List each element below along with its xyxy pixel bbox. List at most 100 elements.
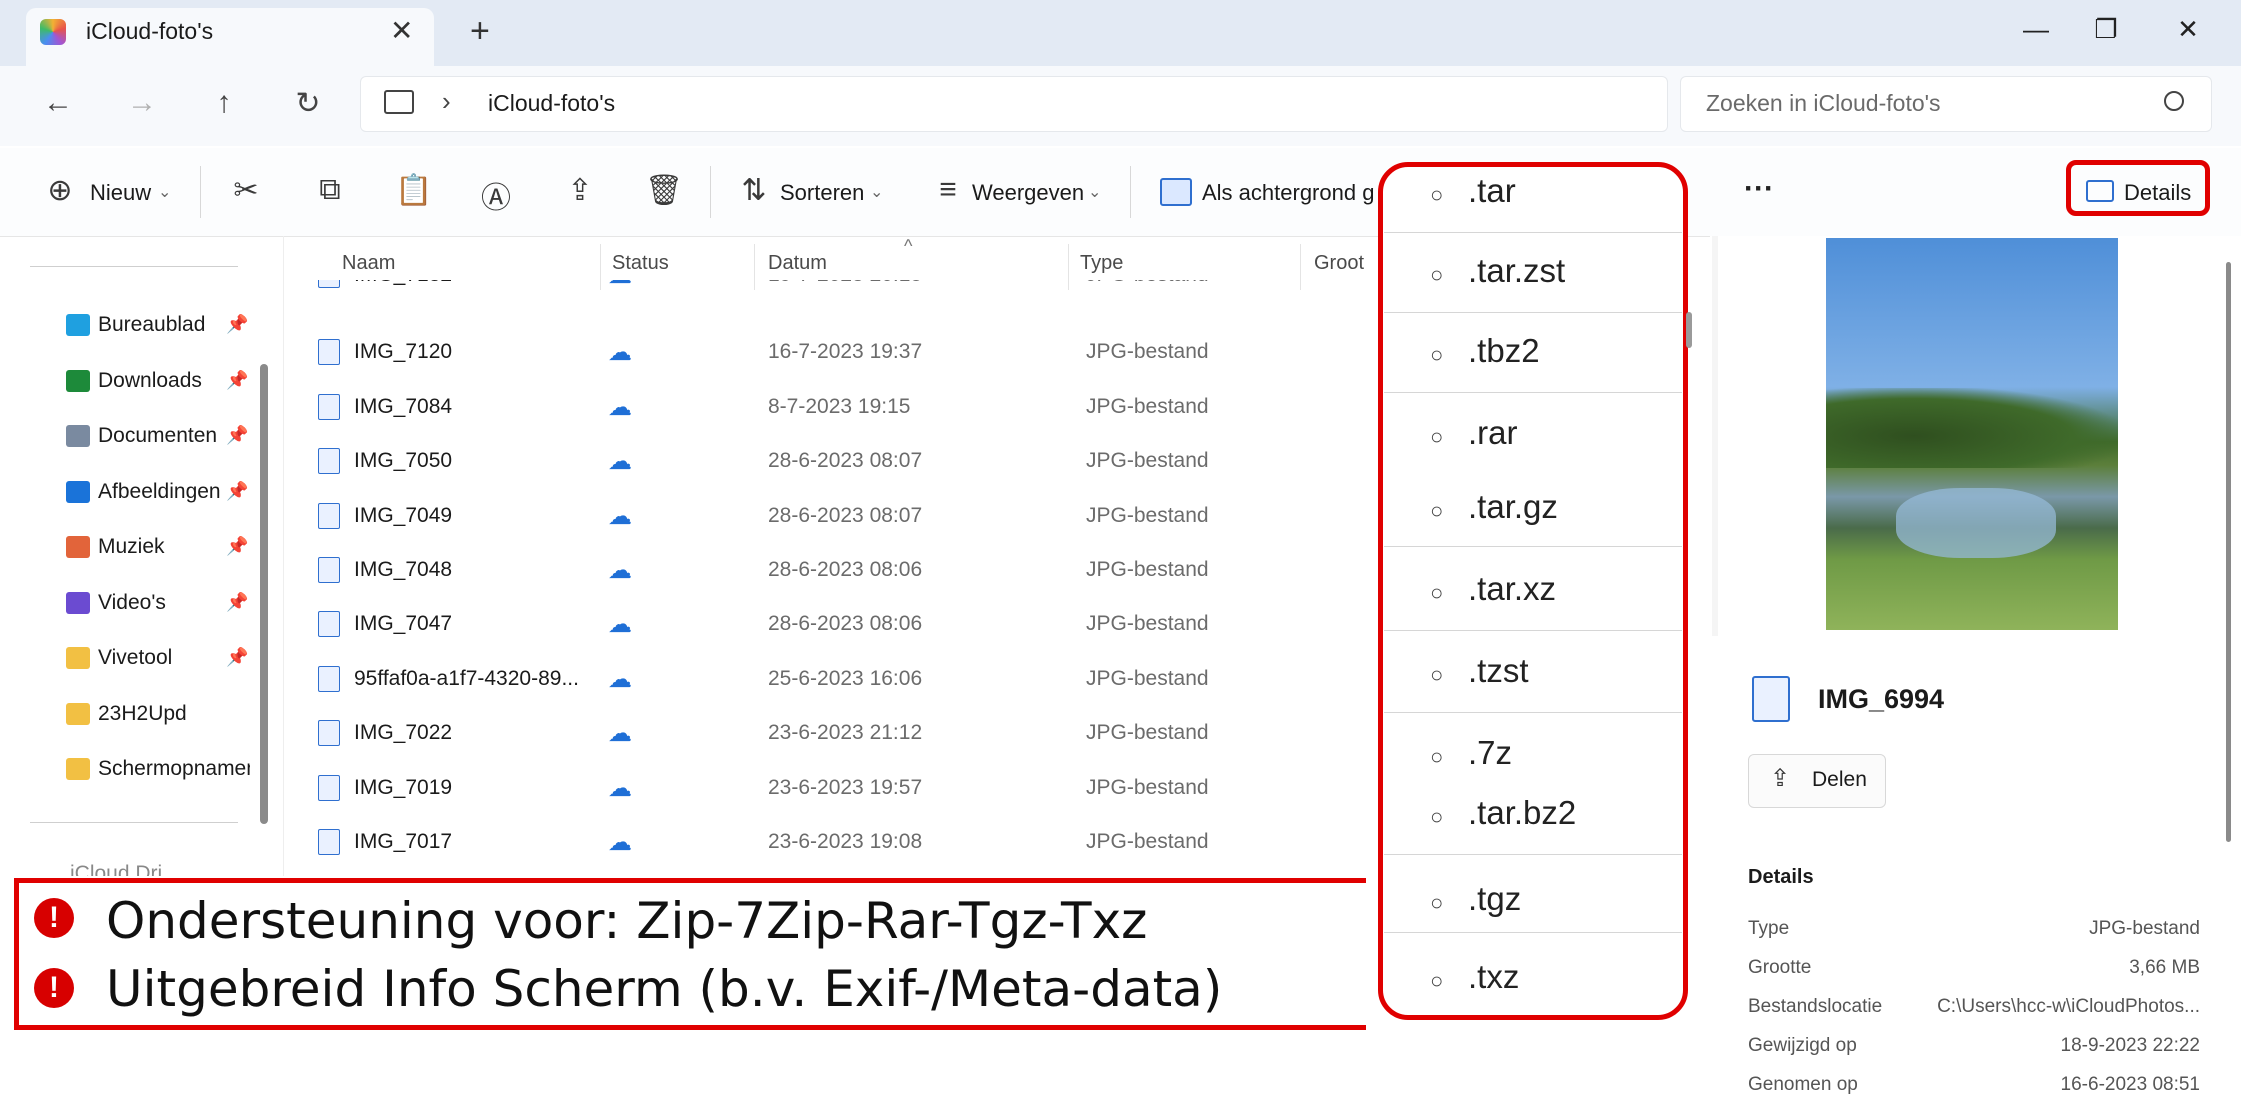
file-date: 28-6-2023 08:07 (768, 449, 923, 473)
file-name: IMG_7050 (354, 449, 453, 473)
file-name: IMG_7022 (354, 721, 453, 745)
file-date: 23-6-2023 21:12 (768, 721, 923, 745)
file-type: JPG-bestand (1086, 340, 1209, 364)
property-key: Grootte (1748, 957, 1812, 978)
file-row[interactable]: IMG_7019 ☁ 23-6-2023 19:57 JPG-bestand (318, 761, 1358, 815)
file-type: JPG-bestand (1086, 721, 1209, 745)
format-item[interactable]: .tar.zst (1468, 252, 1565, 290)
search-input[interactable]: Zoeken in iCloud-foto's (1706, 90, 1941, 117)
chevron-down-icon: ⌄ (1088, 184, 1102, 201)
set-background-button[interactable]: Als achtergrond g (1202, 180, 1374, 206)
view-button[interactable]: Weergeven (972, 180, 1084, 206)
file-type: JPG-bestand (1086, 503, 1209, 527)
file-row[interactable]: 95ffaf0a-a1f7-4320-89... ☁ 25-6-2023 16:06… (318, 652, 1358, 706)
details-scrollbar[interactable] (2226, 262, 2231, 842)
preview-backdrop (1712, 236, 1718, 636)
tab-close-icon[interactable]: ✕ (390, 14, 413, 47)
image-file-icon (318, 829, 340, 855)
cloud-status-icon: ☁ (608, 393, 632, 421)
file-name: IMG_7019 (354, 775, 453, 799)
bullet-icon: ○ (1430, 182, 1444, 207)
property-value: 3,66 MB (2129, 957, 2200, 978)
minimize-button[interactable]: — (2016, 14, 2056, 45)
format-item[interactable]: .7z (1468, 734, 1512, 772)
exclamation-icon: ! (34, 968, 74, 1008)
back-button[interactable]: ← (38, 86, 78, 120)
image-file-icon (318, 720, 340, 747)
share-label: Delen (1812, 768, 1867, 791)
image-file-icon (318, 774, 340, 801)
new-button[interactable]: Nieuw (90, 180, 151, 206)
column-header-size[interactable]: Groot (1314, 252, 1364, 275)
bullet-icon: ○ (1430, 662, 1444, 687)
format-item[interactable]: .tbz2 (1468, 332, 1540, 370)
dropdown-scrollbar[interactable] (1686, 312, 1692, 348)
breadcrumb-chevron-icon: › (442, 86, 451, 116)
property-value: 18-9-2023 22:22 (2060, 1035, 2200, 1056)
file-row[interactable]: IMG_7084 ☁ 8-7-2023 19:15 JPG-bestand (318, 380, 1358, 434)
format-item[interactable]: .rar (1468, 414, 1518, 452)
annotation-line-1: Ondersteuning voor: Zip-7Zip-Rar-Tgz-Txz (106, 892, 1148, 950)
bullet-icon: ○ (1430, 580, 1444, 605)
cloud-status-icon: ☁ (608, 339, 632, 367)
sort-icon: ⇅ (741, 174, 767, 207)
format-item[interactable]: .tgz (1468, 880, 1521, 918)
file-row[interactable]: IMG_7049 ☁ 28-6-2023 08:07 JPG-bestand (318, 489, 1358, 543)
file-row[interactable]: IMG_7050 ☁ 28-6-2023 08:07 JPG-bestand (318, 434, 1358, 488)
delete-icon[interactable]: 🗑 (644, 173, 684, 208)
file-date: 25-6-2023 16:06 (768, 666, 923, 690)
up-button[interactable]: ↑ (204, 86, 244, 120)
format-item[interactable]: .tar.xz (1468, 570, 1556, 608)
column-header-name[interactable]: Naam (342, 252, 395, 275)
file-name: IMG_7132 (354, 280, 452, 302)
file-type: JPG-bestand (1086, 775, 1209, 799)
details-button[interactable]: Details (2124, 180, 2191, 206)
column-header-type[interactable]: Type (1080, 252, 1123, 275)
plus-circle-icon: ⊕ (47, 174, 73, 207)
format-item[interactable]: .tar.gz (1468, 488, 1558, 526)
file-name: IMG_7047 (354, 612, 453, 636)
copy-icon[interactable]: ⧉ (310, 173, 350, 207)
refresh-button[interactable]: ↻ (288, 86, 328, 121)
rename-icon[interactable]: Ⓐ (476, 173, 516, 217)
file-name: IMG_7049 (354, 503, 453, 527)
format-divider (1384, 546, 1682, 547)
share-icon[interactable]: ⇪ (560, 173, 600, 208)
image-file-icon (318, 665, 340, 692)
file-type: JPG-bestand (1086, 830, 1209, 853)
sort-button[interactable]: Sorteren (780, 180, 864, 206)
maximize-button[interactable]: ❐ (2086, 14, 2126, 45)
file-name: IMG_7048 (354, 558, 453, 581)
new-tab-button[interactable]: + (470, 12, 490, 51)
cloud-status-icon: ☁ (608, 557, 632, 584)
file-row[interactable]: IMG_7047 ☁ 28-6-2023 08:06 JPG-bestand (318, 597, 1358, 651)
close-window-button[interactable]: ✕ (2168, 14, 2208, 45)
search-icon[interactable] (2164, 91, 2184, 111)
chevron-down-icon: ⌄ (158, 184, 172, 201)
cut-icon[interactable]: ✂ (226, 173, 266, 208)
format-item[interactable]: .txz (1468, 958, 1519, 996)
column-header-date[interactable]: Datum (768, 252, 827, 275)
annotation-line-2: Uitgebreid Info Scherm (b.v. Exif-/Meta-… (106, 960, 1223, 1018)
file-row[interactable]: IMG_7022 ☁ 23-6-2023 21:12 JPG-bestand (318, 706, 1358, 760)
bullet-icon: ○ (1430, 498, 1444, 523)
file-row[interactable]: IMG_7132 ☁ 19-7-2023 20:15 JPG-bestand (318, 280, 1358, 302)
format-item[interactable]: .tar.bz2 (1468, 794, 1576, 832)
file-name: IMG_7017 (354, 830, 453, 853)
file-row[interactable]: IMG_7120 ☁ 16-7-2023 19:37 JPG-bestand (318, 325, 1358, 379)
column-header-status[interactable]: Status (612, 252, 669, 275)
file-type: JPG-bestand (1086, 558, 1209, 581)
bullet-icon: ○ (1430, 744, 1444, 769)
file-type: JPG-bestand (1086, 449, 1209, 473)
paste-icon[interactable]: 📋 (394, 173, 434, 208)
image-file-icon (318, 448, 340, 475)
cloud-status-icon: ☁ (608, 502, 632, 530)
format-item[interactable]: .tzst (1468, 652, 1529, 690)
bullet-icon: ○ (1430, 262, 1444, 287)
file-row[interactable]: IMG_7017 ☁ 23-6-2023 19:08 JPG-bestand (318, 815, 1358, 869)
format-item[interactable]: .tar (1468, 172, 1516, 210)
breadcrumb[interactable]: iCloud-foto's (488, 90, 615, 117)
forward-button[interactable]: → (122, 86, 162, 120)
file-row[interactable]: IMG_7048 ☁ 28-6-2023 08:06 JPG-bestand (318, 543, 1358, 597)
more-options-button[interactable]: ··· (1744, 172, 1774, 206)
